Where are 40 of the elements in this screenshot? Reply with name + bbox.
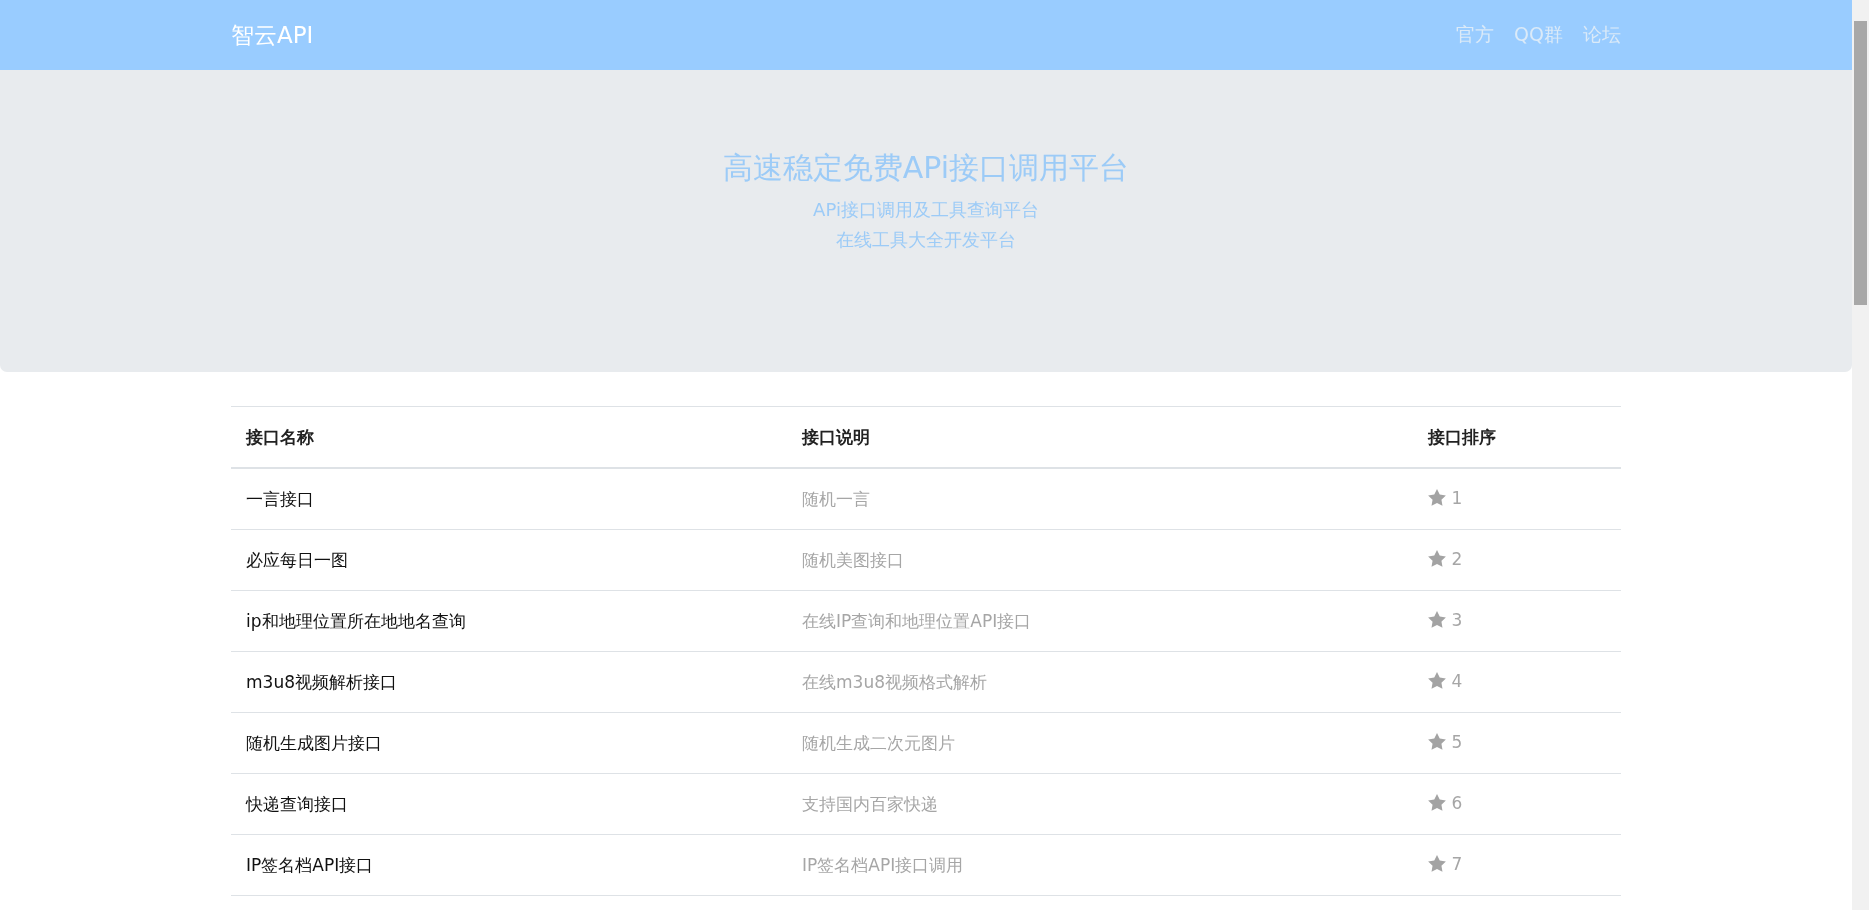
- hero-title: 高速稳定免费APi接口调用平台: [722, 148, 1130, 187]
- rank-number: 4: [1451, 670, 1463, 691]
- api-description-cell: 在线IP查询和地理位置API接口: [787, 590, 1413, 652]
- api-name-cell: ip和地理位置所在地地名查询: [231, 590, 787, 652]
- rank-number: 6: [1451, 792, 1463, 813]
- hero-subtitle: APi接口调用及工具查询平台: [813, 197, 1039, 222]
- api-description-cell: 随机生成二次元图片: [787, 712, 1413, 774]
- rank-number: 3: [1451, 609, 1463, 630]
- rank-number: 1: [1451, 487, 1463, 508]
- api-description-cell: 在线m3u8视频格式解析: [787, 651, 1413, 713]
- star-icon: [1427, 550, 1446, 568]
- api-name-cell: 一言接口: [231, 468, 787, 530]
- star-icon: [1427, 794, 1446, 812]
- column-header: 接口名称: [231, 406, 787, 468]
- star-icon: [1427, 611, 1446, 629]
- api-name-cell: 快递查询接口: [231, 773, 787, 835]
- rank-number: 7: [1451, 853, 1463, 874]
- api-name-cell: m3u8视频解析接口: [231, 651, 787, 713]
- nav-link[interactable]: 论坛: [1583, 22, 1621, 48]
- nav-link[interactable]: 官方: [1456, 22, 1495, 48]
- api-description-cell: IP签名档API接口调用: [787, 834, 1413, 896]
- api-name-cell: 必应每日一图: [231, 529, 787, 591]
- scrollbar[interactable]: [1852, 0, 1869, 910]
- star-icon: [1427, 855, 1446, 873]
- rank-number: 5: [1451, 731, 1463, 752]
- api-name-cell: 随机生成图片接口: [231, 712, 787, 774]
- api-description-cell: 随机一言: [787, 468, 1413, 530]
- api-description-cell: 随机美图接口: [787, 529, 1413, 591]
- star-icon: [1427, 733, 1446, 751]
- hero-subtitle: 在线工具大全开发平台: [836, 227, 1016, 252]
- column-header: 接口排序: [1412, 406, 1621, 468]
- column-header: 接口说明: [787, 406, 1413, 468]
- scrollbar-thumb[interactable]: [1854, 21, 1867, 305]
- star-icon: [1427, 672, 1446, 690]
- star-icon: [1427, 489, 1446, 507]
- rank-number: 2: [1451, 548, 1463, 569]
- api-name-cell: IP签名档API接口: [231, 834, 787, 896]
- api-description-cell: 支持国内百家快递: [787, 773, 1413, 835]
- site-brand[interactable]: 智云API: [231, 19, 314, 51]
- nav-link[interactable]: QQ群: [1514, 22, 1563, 48]
